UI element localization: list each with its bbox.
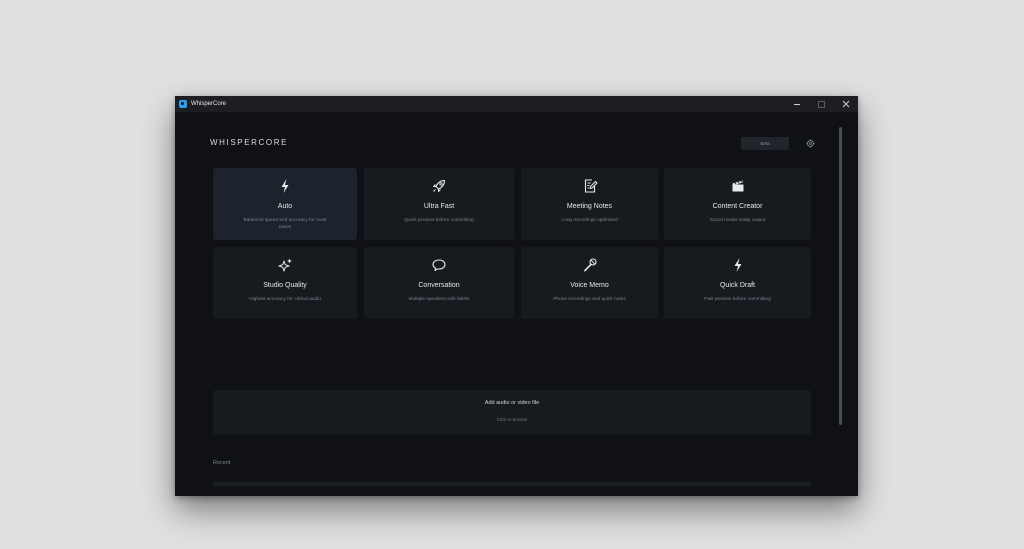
mode-name: Meeting Notes: [566, 203, 613, 210]
close-icon: [842, 100, 850, 108]
clapperboard-icon: [732, 180, 743, 192]
beta-button[interactable]: Beta: [741, 137, 789, 150]
mode-card-quick-draft[interactable]: Quick Draft Fast preview before committi…: [664, 247, 811, 319]
notes-icon: [584, 179, 597, 193]
app-logo-icon: [179, 100, 187, 108]
app-window: WhisperCore WHISPERCORE Beta Auto Balanc…: [175, 96, 858, 496]
mode-description: Multiple speakers with labels: [408, 297, 470, 302]
main-content: WHISPERCORE Beta Auto Balanced speed and…: [175, 112, 858, 496]
dropzone-subtitle: Click to browse: [496, 417, 528, 422]
minimize-icon: [794, 103, 800, 105]
mode-description: Social media ready output: [709, 218, 766, 223]
mode-card-ultra-fast[interactable]: Ultra Fast Quick preview before committi…: [364, 168, 514, 240]
scrollbar[interactable]: [839, 127, 842, 425]
maximize-icon: [817, 100, 825, 108]
dropzone-title: Add audio or video file: [484, 400, 540, 406]
gear-icon[interactable]: [806, 139, 815, 148]
mode-card-conversation[interactable]: Conversation Multiple speakers with labe…: [364, 247, 514, 319]
mode-description: Balanced speed and accuracy for most cas…: [243, 218, 327, 230]
window-title: WhisperCore: [191, 101, 227, 107]
mode-name: Quick Draft: [719, 282, 755, 289]
mode-description: Fast preview before committing: [704, 297, 771, 302]
mode-name: Auto: [277, 203, 293, 210]
title-bar[interactable]: WhisperCore: [175, 96, 858, 112]
mode-name: Ultra Fast: [423, 203, 455, 210]
mode-card-meeting-notes[interactable]: Meeting Notes Long recordings optimized: [521, 168, 658, 240]
minimize-button[interactable]: [785, 96, 809, 112]
rocket-icon: [433, 179, 446, 192]
mode-card-auto[interactable]: Auto Balanced speed and accuracy for mos…: [213, 168, 357, 240]
speech-bubble-icon: [432, 259, 446, 272]
lightning-icon: [734, 258, 741, 272]
mode-card-studio-quality[interactable]: Studio Quality Highest accuracy for crit…: [213, 247, 357, 319]
mode-name: Conversation: [418, 282, 460, 289]
lightning-icon: [281, 179, 289, 193]
mode-name: Voice Memo: [570, 282, 609, 289]
mode-card-voice-memo[interactable]: Voice Memo Phone recordings and quick no…: [521, 247, 658, 319]
sparkles-icon: [278, 258, 292, 272]
mode-description: Phone recordings and quick notes: [553, 297, 626, 302]
mode-name: Content Creator: [712, 203, 763, 210]
recent-section-label: Recent: [213, 460, 231, 466]
recent-list: [213, 482, 811, 486]
mode-description: Long recordings optimized: [561, 218, 618, 223]
mode-card-content-creator[interactable]: Content Creator Social media ready outpu…: [664, 168, 811, 240]
file-dropzone[interactable]: Add audio or video file Click to browse: [213, 390, 811, 435]
mode-description: Highest accuracy for critical audio: [249, 297, 321, 302]
brand-title: WHISPERCORE: [210, 138, 289, 147]
mode-name: Studio Quality: [263, 282, 307, 289]
mode-description: Quick preview before committing: [404, 218, 474, 223]
microphone-icon: [583, 258, 597, 272]
close-button[interactable]: [834, 96, 858, 112]
maximize-button[interactable]: [809, 96, 833, 112]
